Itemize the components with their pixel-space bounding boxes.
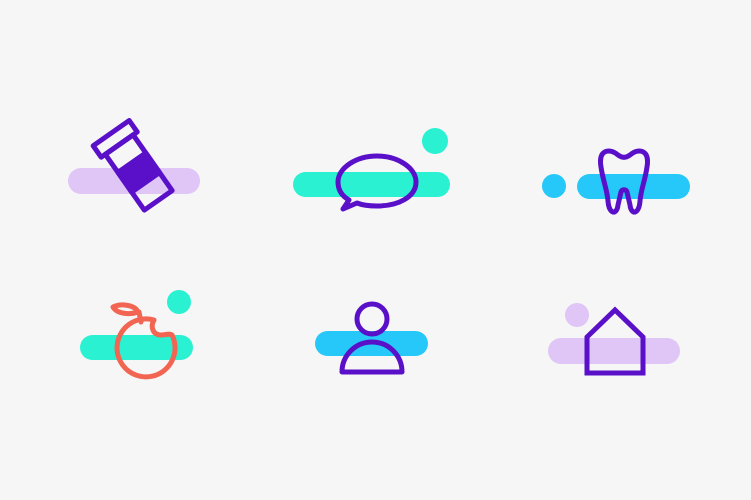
house-dot [565, 303, 589, 327]
speech-bubble-icon [293, 128, 450, 212]
speech-bubble-dot [422, 128, 448, 154]
apple-icon [80, 290, 193, 380]
person-icon-cell [275, 275, 475, 415]
tooth-icon-cell [525, 105, 725, 245]
tooth-dot [542, 174, 566, 198]
apple-dot [167, 290, 191, 314]
house-icon-cell [525, 275, 725, 415]
speech-bubble-icon-cell [275, 105, 475, 245]
pill-bottle-icon [68, 118, 200, 213]
house-icon [548, 303, 680, 376]
tooth-bar [577, 174, 690, 199]
house-bar [548, 338, 680, 364]
icon-grid-canvas [0, 0, 751, 500]
pill-bottle-outline [90, 118, 175, 213]
tooth-icon [542, 148, 690, 215]
apple-icon-cell [45, 275, 245, 415]
speech-bubble-bar [293, 172, 450, 197]
person-icon [315, 301, 428, 375]
pill-bottle-icon-cell [35, 105, 235, 245]
